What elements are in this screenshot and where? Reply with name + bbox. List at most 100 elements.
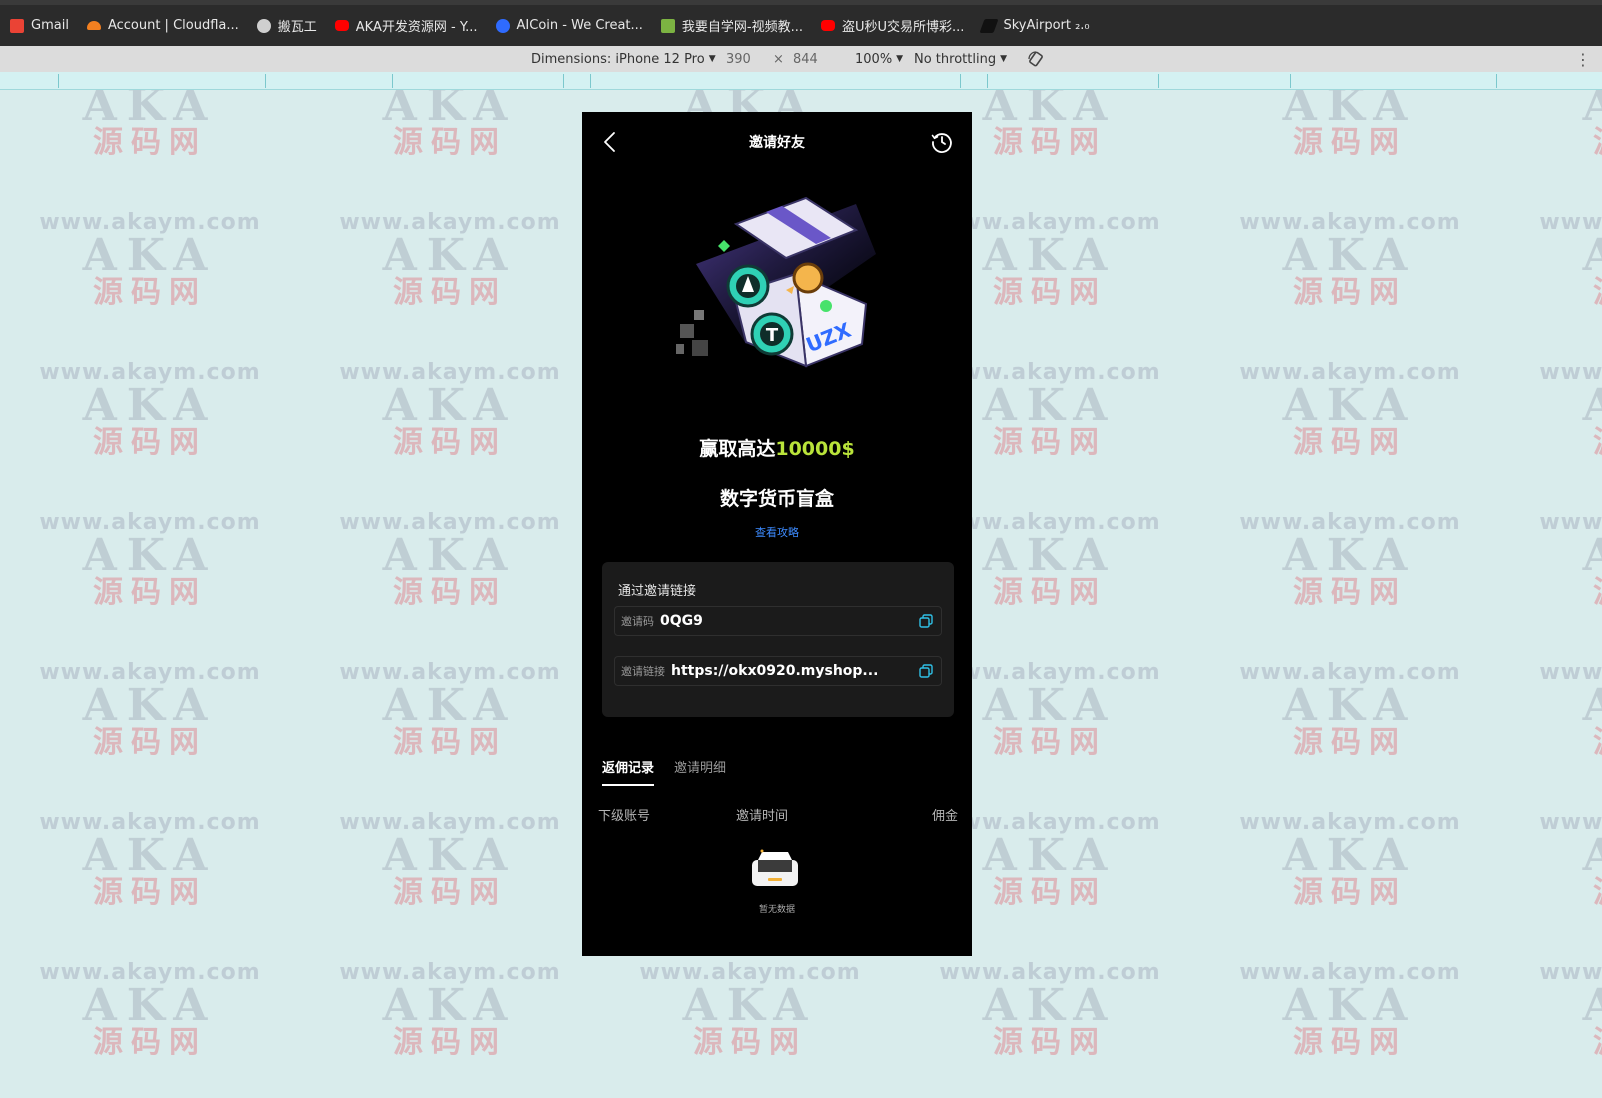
watermark-tile: www.akaym.comAKA源码网 xyxy=(1230,660,1470,759)
youtube-icon xyxy=(821,20,836,31)
watermark-brand: AKA xyxy=(82,680,218,731)
watermark-brand: AKA xyxy=(1530,384,1602,428)
watermark-brand: AKA xyxy=(1530,834,1602,878)
rotate-icon[interactable] xyxy=(1027,50,1045,68)
watermark-url: www.akaym.com xyxy=(639,960,861,985)
throttle-select[interactable]: No throttling ▼ xyxy=(914,52,1007,67)
cloud-icon xyxy=(86,21,101,30)
tab-invite-details[interactable]: 邀请明细 xyxy=(674,757,726,786)
watermark-site: 源码网 xyxy=(393,575,507,610)
watermark-tile: www.akaym.comAKA源码网 xyxy=(1530,810,1602,909)
invite-code-value: 0QG9 xyxy=(660,613,703,629)
bookmark-daou-youtube[interactable]: 盗U秒U交易所博彩... xyxy=(821,16,964,35)
watermark-tile: www.akaym.comAKA源码网 xyxy=(1530,360,1602,459)
watermark-site: 源码网 xyxy=(393,1025,507,1060)
watermark-site: 源码网 xyxy=(393,275,507,310)
watermark-brand: AKA xyxy=(1530,534,1602,578)
tab-commission-records[interactable]: 返佣记录 xyxy=(602,757,655,786)
copy-icon[interactable] xyxy=(919,614,933,628)
watermark-brand: AKA xyxy=(1282,680,1418,731)
view-guide-link[interactable]: 查看攻略 xyxy=(582,524,972,540)
width-input[interactable]: 390 xyxy=(726,52,751,67)
gmail-icon xyxy=(10,18,24,33)
history-icon[interactable] xyxy=(930,130,954,154)
watermark-tile: www.akaym.comAKA源码网 xyxy=(1230,960,1470,1059)
bookmark-aka-youtube[interactable]: AKA开发资源网 - Y... xyxy=(334,16,478,35)
watermark-brand: AKA xyxy=(1282,980,1418,1031)
watermark-tile: www.akaym.comAKA源码网 xyxy=(1530,210,1602,309)
column-subaccount: 下级账号 xyxy=(598,809,651,824)
invite-link-value: https://okx0920.myshop... xyxy=(671,663,879,679)
height-input[interactable]: 844 xyxy=(793,52,818,67)
watermark-site: 源码网 xyxy=(693,1025,807,1060)
globe-icon xyxy=(256,18,271,33)
watermark-site: 源码网 xyxy=(1530,277,1602,309)
watermark-site: 源码网 xyxy=(1530,127,1602,159)
watermark-tile: www.akaym.comAKA源码网 xyxy=(30,210,270,309)
watermark-site: 源码网 xyxy=(1293,425,1407,460)
watermark-brand: AKA xyxy=(1282,230,1418,281)
watermark-site: 源码网 xyxy=(93,275,207,310)
watermark-url: www.akaym.com xyxy=(1239,960,1461,985)
invite-code-label: 邀请码 xyxy=(621,615,654,628)
device-select[interactable]: Dimensions: iPhone 12 Pro ▼ xyxy=(531,52,716,67)
watermark-url: www.akaym.com xyxy=(39,660,261,685)
watermark-tile: www.akaym.comAKA源码网 xyxy=(330,660,570,759)
watermark-brand: AKA xyxy=(982,980,1118,1031)
watermark-url: www.akaym.com xyxy=(339,210,561,235)
watermark-site: 源码网 xyxy=(1530,727,1602,759)
watermark-tile: www.akaym.comAKA源码网 xyxy=(1230,510,1470,609)
watermark-site: 源码网 xyxy=(993,1025,1107,1060)
watermark-url: www.akaym.com xyxy=(1539,660,1602,685)
watermark-brand: AKA xyxy=(1530,684,1602,728)
watermark-site: 源码网 xyxy=(1293,575,1407,610)
watermark-tile: www.akaym.comAKA源码网 xyxy=(30,960,270,1059)
watermark-url: www.akaym.com xyxy=(1239,660,1461,685)
device-toolbar: Dimensions: iPhone 12 Pro ▼ 390 × 844 100… xyxy=(0,46,1602,72)
watermark-url: www.akaym.com xyxy=(939,960,1161,985)
watermark-site: 源码网 xyxy=(1293,875,1407,910)
bookmark-zixue[interactable]: 我要自学网-视频教... xyxy=(660,16,803,35)
more-options-icon[interactable]: ⋮ xyxy=(1575,50,1591,69)
watermark-tile: www.akaym.comAKA源码网 xyxy=(630,960,870,1059)
watermark-brand: AKA xyxy=(382,530,518,581)
watermark-brand: AKA xyxy=(682,980,818,1031)
phone-viewport: 邀请好友 T UZX 赢取高达10000$ 数字货币盲盒 查看攻略 通过邀请链接 xyxy=(582,112,972,956)
record-tabs: 返佣记录 邀请明细 xyxy=(602,757,726,786)
reward-amount: 10000$ xyxy=(775,438,855,460)
watermark-brand: AKA xyxy=(382,830,518,881)
bookmark-skyairport[interactable]: SkyAirport ₂.₀ xyxy=(979,18,1090,33)
bookmark-bandwagon[interactable]: 搬瓦工 xyxy=(256,16,317,35)
nav-bar: 邀请好友 xyxy=(582,112,972,172)
bookmark-cloudflare[interactable]: Account | Cloudfla... xyxy=(86,18,239,33)
media-query-ruler xyxy=(0,72,1602,90)
bookmark-aicoin[interactable]: AICoin - We Creat... xyxy=(495,18,643,33)
watermark-brand: AKA xyxy=(382,380,518,431)
bookmark-gmail[interactable]: Gmail xyxy=(10,18,69,33)
blind-box-illustration: T UZX xyxy=(676,196,876,368)
watermark-url: www.akaym.com xyxy=(1239,510,1461,535)
watermark-tile: www.akaym.comAKA源码网 xyxy=(30,510,270,609)
watermark-site: 源码网 xyxy=(1293,125,1407,160)
watermark-brand: AKA xyxy=(1282,380,1418,431)
zoom-select[interactable]: 100% ▼ xyxy=(855,52,903,67)
watermark-site: 源码网 xyxy=(93,575,207,610)
invite-card-title: 通过邀请链接 xyxy=(618,584,697,599)
watermark-site: 源码网 xyxy=(1530,877,1602,909)
watermark-url: www.akaym.com xyxy=(1539,960,1602,985)
watermark-url: www.akaym.com xyxy=(39,510,261,535)
watermark-brand: AKA xyxy=(1530,984,1602,1028)
watermark-site: 源码网 xyxy=(1293,725,1407,760)
copy-icon[interactable] xyxy=(919,664,933,678)
watermark-brand: AKA xyxy=(82,380,218,431)
watermark-tile: www.akaym.comAKA源码网 xyxy=(30,810,270,909)
watermark-url: www.akaym.com xyxy=(339,810,561,835)
watermark-tile: www.akaym.comAKA源码网 xyxy=(1530,90,1602,159)
watermark-brand: AKA xyxy=(382,230,518,281)
bookmarks-bar: Gmail Account | Cloudfla... 搬瓦工 AKA开发资源网… xyxy=(0,0,1602,46)
watermark-site: 源码网 xyxy=(393,725,507,760)
watermark-url: www.akaym.com xyxy=(39,810,261,835)
watermark-site: 源码网 xyxy=(393,425,507,460)
watermark-tile: www.akaym.comAKA源码网 xyxy=(330,360,570,459)
watermark-site: 源码网 xyxy=(93,125,207,160)
